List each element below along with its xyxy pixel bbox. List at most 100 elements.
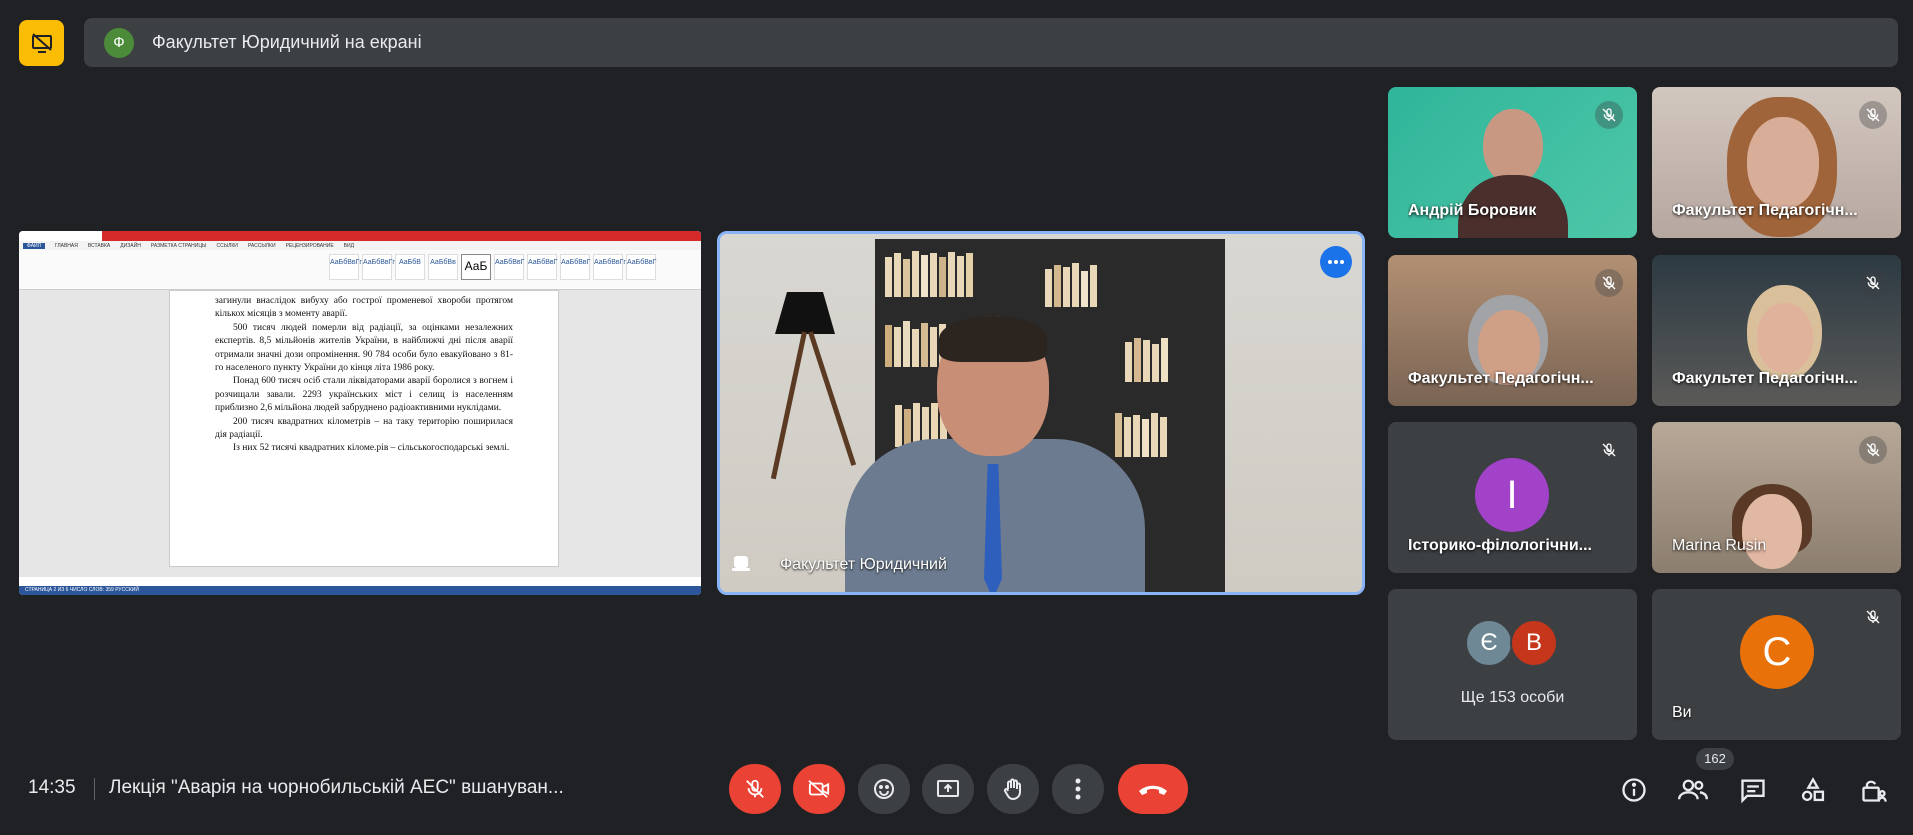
bottom-divider: [94, 778, 95, 800]
self-name: Ви: [1672, 704, 1692, 721]
participant-avatar: І: [1475, 458, 1549, 532]
word-tab: РЕЦЕНЗИРОВАНИЕ: [285, 242, 334, 249]
document-paragraph: Із них 52 тисячі квадратних кіломе.рів –…: [233, 443, 510, 454]
participant-face: [1757, 303, 1813, 373]
word-tab: ГЛАВНАЯ: [54, 242, 78, 249]
word-tab: ФАЙЛ: [23, 242, 45, 249]
word-style: АаБбВвГ: [560, 254, 590, 280]
participant-tile[interactable]: Андрій Боровик: [1388, 87, 1637, 238]
word-tab: ССЫЛКИ: [216, 242, 238, 249]
self-tile[interactable]: С Ви: [1652, 589, 1901, 740]
participant-face: [1747, 117, 1819, 209]
word-tab: ВИД: [343, 242, 354, 249]
word-style: АаБбВвГ: [626, 254, 656, 280]
meeting-title: Лекція "Аварія на чорнобильській АЕС" вш…: [109, 777, 564, 798]
end-call-button[interactable]: [1118, 764, 1188, 814]
emoji-button[interactable]: [858, 764, 910, 814]
participant-tile[interactable]: Факультет Педагогічн...: [1652, 255, 1901, 406]
word-canvas: загинули внаслідок вибуху або гострої пр…: [19, 290, 701, 577]
end-call-icon: [1139, 785, 1167, 795]
present-screen-icon: [937, 780, 959, 797]
more-participants-count: Ще 153 особи: [1460, 689, 1565, 706]
more-avatar: Є: [1465, 619, 1513, 667]
people-count-badge: 162: [1696, 748, 1734, 770]
participant-face: [1742, 494, 1802, 569]
document-paragraph: 200 тисяч квадратних кілометрів – на так…: [215, 416, 513, 441]
word-style: АаБбВвГг: [593, 254, 626, 280]
word-tab: РАЗМЕТКА СТРАНИЦЫ: [150, 242, 207, 249]
word-style: АаБбВвГг: [329, 254, 362, 280]
word-style: АаБбВвГ: [527, 254, 557, 280]
participant-tile[interactable]: Факультет Педагогічн...: [1652, 87, 1901, 238]
participant-name: Факультет Педагогічн...: [1672, 202, 1858, 219]
word-style: АаБбВв: [428, 254, 458, 280]
word-statusbar: СТРАНИЦА 2 ИЗ 6 ЧИСЛО СЛОВ: 359 РУССКИЙ: [19, 586, 701, 595]
activities-button[interactable]: [1797, 774, 1829, 806]
camera-off-icon: [808, 780, 830, 798]
participant-name: Андрій Боровик: [1408, 202, 1537, 219]
people-icon: [1678, 779, 1708, 800]
word-ribbon-tabs: ФАЙЛ ГЛАВНАЯ ВСТАВКА ДИЗАЙН РАЗМЕТКА СТР…: [19, 241, 701, 250]
speaker-hair: [939, 316, 1047, 362]
document-paragraph: 500 тисяч людей померли від радіації, за…: [215, 322, 513, 374]
meeting-details-button[interactable]: [1618, 774, 1650, 806]
shared-screen-tile[interactable]: ФАЙЛ ГЛАВНАЯ ВСТАВКА ДИЗАЙН РАЗМЕТКА СТР…: [19, 231, 701, 595]
presenting-indicator-icon[interactable]: [19, 20, 64, 66]
participant-name: Факультет Педагогічн...: [1672, 370, 1858, 387]
word-tab: РАССЫЛКИ: [247, 242, 276, 249]
more-participants-tile[interactable]: Є В Ще 153 особи: [1388, 589, 1637, 740]
word-page: загинули внаслідок вибуху або гострої пр…: [169, 290, 559, 567]
word-style: АаБбВвГг: [362, 254, 395, 280]
host-controls-button[interactable]: [1858, 774, 1890, 806]
presenter-avatar: Ф: [104, 27, 134, 58]
participant-tile[interactable]: Факультет Педагогічн...: [1388, 255, 1637, 406]
word-tab: ВСТАВКА: [87, 242, 111, 249]
chat-icon: [1741, 779, 1765, 804]
document-paragraph: Понад 600 тисяч осіб стали ліквідаторами…: [215, 376, 513, 414]
emoji-icon: [874, 779, 894, 799]
mic-off-icon: [1859, 101, 1887, 129]
word-activation-warning-bar: [102, 231, 701, 241]
speaker-name: Факультет Юридичний: [780, 556, 947, 573]
word-style: АаБбВвГ: [494, 254, 524, 280]
more-avatar: В: [1510, 619, 1558, 667]
participant-tile[interactable]: Marina Rusin: [1652, 422, 1901, 573]
lock-person-icon: [1862, 780, 1887, 802]
participant-name: Marina Rusin: [1672, 537, 1767, 554]
mic-off-icon: [1595, 101, 1623, 129]
mic-toggle-button[interactable]: [729, 764, 781, 814]
self-avatar: С: [1740, 615, 1814, 689]
mic-off-icon: [746, 779, 764, 798]
activities-icon: [1801, 777, 1825, 802]
tile-more-options-button[interactable]: [1320, 246, 1352, 278]
participant-name: Факультет Педагогічн...: [1408, 370, 1594, 387]
mic-off-icon: [1595, 436, 1623, 464]
info-icon: [1622, 778, 1646, 802]
participant-face: [1483, 109, 1543, 184]
speaking-indicator-icon: [730, 552, 752, 574]
camera-toggle-button[interactable]: [793, 764, 845, 814]
word-styles-gallery: АаБбВвГг АаБбВвГг АаБбВ АаБбВв АаБ АаБбВ…: [329, 254, 656, 280]
chat-button[interactable]: [1737, 774, 1769, 806]
present-screen-button[interactable]: [922, 764, 974, 814]
raise-hand-icon: [1003, 778, 1021, 801]
more-options-button[interactable]: [1052, 764, 1104, 814]
mic-off-icon: [1859, 436, 1887, 464]
word-tab: ДИЗАЙН: [120, 242, 141, 249]
mic-off-icon: [1595, 269, 1623, 297]
participant-name: Історико-філологічни...: [1408, 537, 1592, 554]
raise-hand-button[interactable]: [987, 764, 1039, 814]
more-vert-icon: [1075, 778, 1081, 800]
participant-tile[interactable]: І Історико-філологічни...: [1388, 422, 1637, 573]
mic-off-icon: [1859, 269, 1887, 297]
presenter-banner: Ф Факультет Юридичний на екрані: [84, 18, 1898, 67]
mic-off-icon: [1859, 603, 1887, 631]
word-titlebar: [19, 231, 701, 241]
word-style: АаБбВ: [395, 254, 425, 280]
speaker-video-tile[interactable]: Факультет Юридичний: [717, 231, 1365, 595]
word-style: АаБ: [461, 254, 491, 280]
document-paragraph: загинули внаслідок вибуху або гострої пр…: [215, 296, 513, 320]
word-ribbon: АаБбВвГг АаБбВвГг АаБбВ АаБбВв АаБ АаБбВ…: [19, 250, 701, 290]
people-button[interactable]: [1677, 774, 1709, 806]
meeting-clock: 14:35: [28, 777, 76, 798]
